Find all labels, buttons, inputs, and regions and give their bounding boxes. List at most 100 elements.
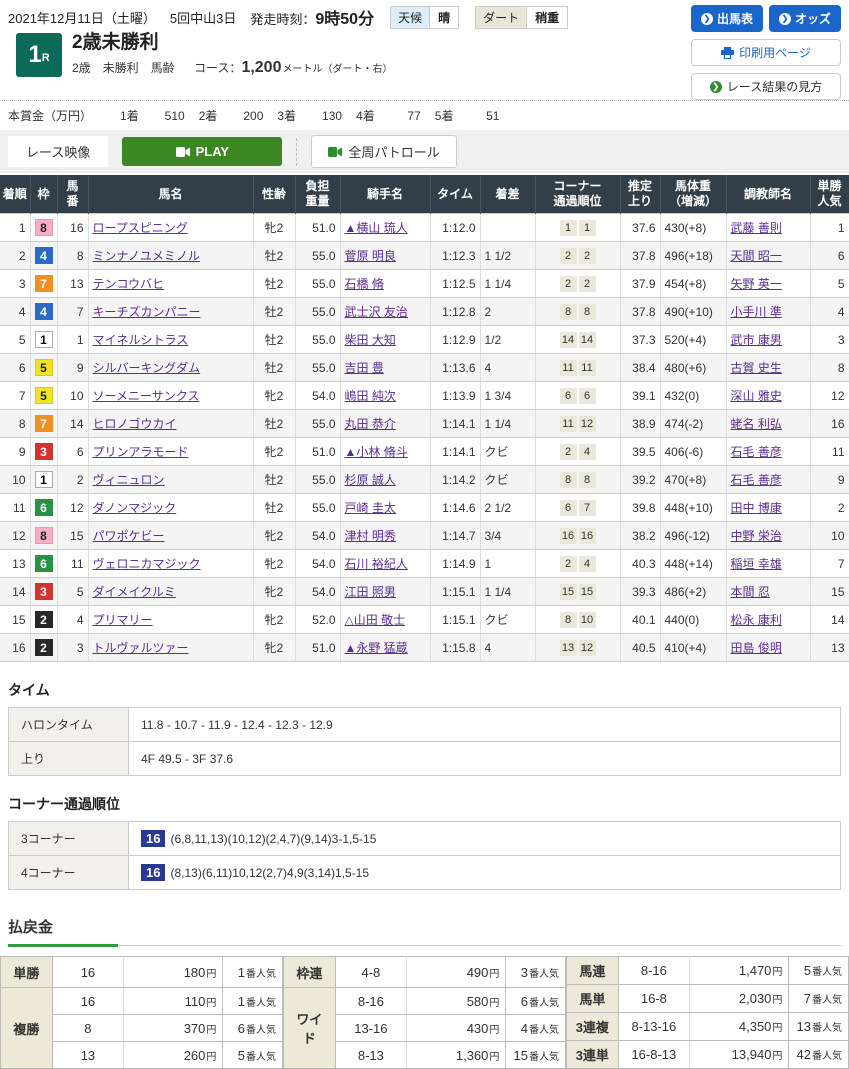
jockey-name-link[interactable]: 石川 裕紀人 bbox=[345, 557, 408, 571]
result-guide-button[interactable]: ❯ レース結果の見方 bbox=[691, 73, 841, 100]
horse-name-cell: ロープスピニング bbox=[88, 214, 253, 242]
bet-type-label: 3連単 bbox=[567, 1041, 619, 1069]
jockey-name-link[interactable]: 戸崎 圭太 bbox=[345, 501, 396, 515]
horse-name-link[interactable]: ロープスピニング bbox=[93, 221, 188, 235]
jockey-name-link[interactable]: 吉田 豊 bbox=[345, 361, 384, 375]
race-title: 2歳未勝利 bbox=[72, 33, 392, 54]
payout-favorite-rank: 42番人気 bbox=[789, 1041, 849, 1069]
trainer-name-link[interactable]: 矢野 英一 bbox=[731, 277, 782, 291]
payout-favorite-rank: 6番人気 bbox=[223, 1015, 283, 1042]
trainer-name-link[interactable]: 小手川 準 bbox=[731, 305, 782, 319]
bet-combination: 8-13-16 bbox=[618, 1013, 689, 1041]
trainer-name-link[interactable]: 武藤 善則 bbox=[731, 221, 782, 235]
last-3f-time: 37.3 bbox=[620, 326, 660, 354]
horse-number: 2 bbox=[57, 466, 88, 494]
trainer-name-link[interactable]: 蛯名 利弘 bbox=[731, 417, 782, 431]
entries-button[interactable]: ❯ 出馬表 bbox=[691, 5, 763, 32]
horse-name-link[interactable]: テンコウバヒ bbox=[93, 277, 165, 291]
trainer-name-link[interactable]: 中野 栄治 bbox=[731, 529, 782, 543]
result-row: 1012ヴィニュロン牡255.0杉原 誠人1:14.2クビ8839.2470(+… bbox=[0, 466, 849, 494]
payout-favorite-rank: 13番人気 bbox=[789, 1013, 849, 1041]
jockey-name-link[interactable]: ▲横山 琉人 bbox=[345, 221, 408, 235]
bracket-cell: 6 bbox=[30, 550, 57, 578]
jockey-name-link[interactable]: ▲永野 猛蔵 bbox=[345, 641, 408, 655]
bet-combination: 8-13 bbox=[335, 1042, 406, 1069]
sex-age: 牡2 bbox=[253, 298, 295, 326]
horse-name-link[interactable]: パワポケビー bbox=[93, 529, 165, 543]
jockey-name-link[interactable]: ▲小林 脩斗 bbox=[345, 445, 408, 459]
horse-name-link[interactable]: キーチズカンパニー bbox=[93, 305, 201, 319]
race-number-suffix: R bbox=[42, 52, 50, 64]
patrol-video-button[interactable]: 全周パトロール bbox=[311, 135, 456, 168]
jockey-name-link[interactable]: 石橋 脩 bbox=[345, 277, 384, 291]
finish-time: 1:14.9 bbox=[430, 550, 480, 578]
result-row: 11612ダノンマジック牡255.0戸崎 圭太1:14.62 1/26739.8… bbox=[0, 494, 849, 522]
corner-position: 10 bbox=[579, 612, 596, 628]
trainer-name-link[interactable]: 天間 昭一 bbox=[731, 249, 782, 263]
win-favorite-rank: 10 bbox=[810, 522, 849, 550]
jockey-name-link[interactable]: 江田 照男 bbox=[345, 585, 396, 599]
bet-type-label: 3連複 bbox=[567, 1013, 619, 1041]
horse-name-link[interactable]: ヴィニュロン bbox=[93, 473, 165, 487]
horse-name-link[interactable]: ダノンマジック bbox=[93, 501, 177, 515]
horse-name-link[interactable]: ミンナノユメミノル bbox=[93, 249, 200, 263]
horse-name-link[interactable]: プリンアラモード bbox=[93, 445, 189, 459]
horse-name-link[interactable]: ヒロノゴウカイ bbox=[93, 417, 177, 431]
horse-name-link[interactable]: シルバーキングダム bbox=[93, 361, 201, 375]
carried-weight: 55.0 bbox=[295, 326, 340, 354]
jockey-name-link[interactable]: 嶋田 純次 bbox=[345, 389, 396, 403]
trainer-name-link[interactable]: 武市 康男 bbox=[731, 333, 782, 347]
play-button[interactable]: PLAY bbox=[122, 137, 282, 166]
trainer-name-link[interactable]: 田島 俊明 bbox=[731, 641, 782, 655]
horse-name-link[interactable]: マイネルシトラス bbox=[93, 333, 189, 347]
trainer-name-link[interactable]: 稲垣 幸雄 bbox=[731, 557, 782, 571]
sex-age: 牡2 bbox=[253, 354, 295, 382]
jockey-name-link[interactable]: 津村 明秀 bbox=[345, 529, 396, 543]
jockey-name-link[interactable]: 菅原 明良 bbox=[345, 249, 396, 263]
jockey-name-link[interactable]: 柴田 大知 bbox=[345, 333, 396, 347]
carried-weight: 55.0 bbox=[295, 494, 340, 522]
finish-position: 2 bbox=[0, 242, 30, 270]
bracket-cell: 6 bbox=[30, 494, 57, 522]
column-header: 枠 bbox=[30, 175, 57, 214]
payout-amount: 2,030円 bbox=[690, 985, 789, 1013]
jockey-name-link[interactable]: △山田 敬士 bbox=[345, 613, 406, 627]
trainer-name-link[interactable]: 古賀 史生 bbox=[731, 361, 782, 375]
jockey-name-link[interactable]: 武士沢 友治 bbox=[345, 305, 408, 319]
win-favorite-rank: 3 bbox=[810, 326, 849, 354]
win-favorite-rank: 6 bbox=[810, 242, 849, 270]
finish-position: 14 bbox=[0, 578, 30, 606]
trainer-name-link[interactable]: 石毛 善彦 bbox=[731, 473, 782, 487]
win-favorite-rank: 12 bbox=[810, 382, 849, 410]
jockey-cell: 戸崎 圭太 bbox=[340, 494, 430, 522]
jockey-name-link[interactable]: 丸田 恭介 bbox=[345, 417, 396, 431]
trainer-name-link[interactable]: 松永 康利 bbox=[731, 613, 782, 627]
leader-number-badge: 16 bbox=[141, 864, 165, 881]
win-favorite-rank: 5 bbox=[810, 270, 849, 298]
sex-age: 牝2 bbox=[253, 214, 295, 242]
table-row: 4コーナー 16(8,13)(6,11)10,12(2,7)4,9(3,14)1… bbox=[9, 856, 841, 890]
bracket-cell: 5 bbox=[30, 382, 57, 410]
horse-name-link[interactable]: プリマリー bbox=[93, 613, 153, 627]
horse-name-link[interactable]: トルヴァルツァー bbox=[93, 641, 189, 655]
print-page-button[interactable]: 印刷用ページ bbox=[691, 39, 841, 66]
margin: 1 1/4 bbox=[480, 578, 535, 606]
payout-row: 単勝16180円1番人気 bbox=[1, 957, 283, 988]
prize-amount: 77 bbox=[375, 109, 421, 123]
odds-button[interactable]: ❯ オッズ bbox=[769, 5, 841, 32]
bracket-number: 3 bbox=[35, 583, 53, 600]
corner-order-cell: 22 bbox=[535, 270, 620, 298]
meeting-info: 5回中山3日 bbox=[170, 8, 236, 27]
trainer-name-link[interactable]: 本間 忍 bbox=[731, 585, 770, 599]
trainer-name-link[interactable]: 深山 雅史 bbox=[731, 389, 782, 403]
trainer-cell: 松永 康利 bbox=[726, 606, 810, 634]
jockey-name-link[interactable]: 杉原 誠人 bbox=[345, 473, 396, 487]
result-row: 248ミンナノユメミノル牡255.0菅原 明良1:12.31 1/22237.8… bbox=[0, 242, 849, 270]
horse-name-link[interactable]: ダイメイクルミ bbox=[93, 585, 176, 599]
trainer-name-link[interactable]: 田中 博康 bbox=[731, 501, 782, 515]
horse-name-link[interactable]: ヴェロニカマジック bbox=[93, 557, 201, 571]
result-row: 13611ヴェロニカマジック牝254.0石川 裕紀人1:14.912440.34… bbox=[0, 550, 849, 578]
horse-name-link[interactable]: ソーメニーサンクス bbox=[93, 389, 200, 403]
bracket-cell: 3 bbox=[30, 578, 57, 606]
trainer-name-link[interactable]: 石毛 善彦 bbox=[731, 445, 782, 459]
